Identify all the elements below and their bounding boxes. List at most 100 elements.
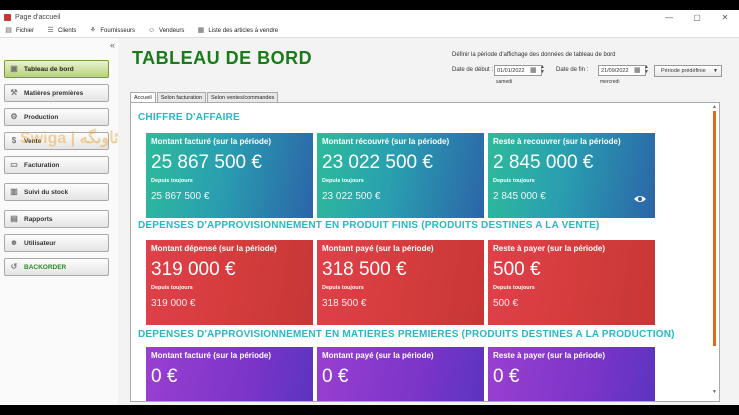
section-title-chiffre-affaire: CHIFFRE D'AFFAIRE [138, 112, 240, 123]
title-bar: Page d'accueil — ▢ ✕ [0, 10, 739, 24]
scroll-up-arrow[interactable]: ▲ [712, 104, 717, 110]
sidebar-item-label: Utilisateur [24, 239, 56, 247]
materials-icon: ⚒ [10, 88, 18, 97]
card-value: 0 € [493, 366, 520, 387]
reports-icon: ▤ [10, 214, 18, 223]
section-title-depenses-matieres-premieres: DEPENSES D'APPROVISIONNEMENT EN MATIERES… [138, 329, 675, 340]
kpi-card: Montant payé (sur la période) 318 500 € … [317, 240, 484, 325]
app-window: Page d'accueil — ▢ ✕ ▤ Fichier ☰ Clients ⚘… [0, 10, 739, 405]
start-day-label: samedi [496, 79, 513, 85]
close-button[interactable]: ✕ [711, 13, 739, 22]
card-title: Montant payé (sur la période) [322, 244, 434, 253]
page-title: TABLEAU DE BORD [132, 48, 313, 68]
card-value: 25 867 500 € [151, 152, 262, 173]
card-value: 0 € [322, 366, 349, 387]
card-value: 500 € [493, 259, 541, 280]
menu-bar: ▤ Fichier ☰ Clients ⚘ Fournisseurs ☺ Vendeur… [0, 24, 739, 38]
sidebar-item-suivi-du-stock[interactable]: ▥ Suivi du stock [4, 183, 109, 201]
eye-icon[interactable] [633, 194, 647, 204]
backorder-icon: ↺ [10, 262, 18, 271]
sidebar-item-label: Facturation [24, 161, 60, 169]
preset-label: Période prédéfinie [661, 68, 706, 74]
sidebar-item-label: Production [24, 113, 59, 121]
sidebar: ▣ Tableau de bord ⚒ Matières premières ⚙ Pr… [0, 38, 118, 405]
sidebar-item-label: BACKORDER [24, 263, 67, 271]
sidebar-collapse-icon[interactable]: « [110, 40, 115, 50]
card-value: 0 € [151, 366, 178, 387]
menu-articles[interactable]: ▦ Liste des articles à vendre [196, 26, 279, 35]
stock-icon: ▥ [10, 187, 18, 196]
card-title: Montant dépensé (sur la période) [151, 244, 277, 253]
end-date-stepper[interactable]: ▲ ▼ [644, 65, 649, 75]
window-title: Page d'accueil [15, 13, 61, 21]
tab-bar: Accueil Selon facturation Selon ventes/c… [130, 92, 279, 102]
sidebar-item-label: Suivi du stock [24, 188, 69, 196]
scroll-down-arrow[interactable]: ▼ [712, 389, 717, 395]
main-area: TABLEAU DE BORD Définir la période d'aff… [122, 38, 734, 405]
app-icon [4, 13, 11, 21]
chevron-down-icon: ▼ [713, 68, 718, 74]
card-since-value: 2 845 000 € [493, 191, 546, 202]
production-icon: ⚙ [10, 112, 18, 121]
clients-icon: ☰ [47, 27, 54, 34]
card-title: Montant facturé (sur la période) [151, 351, 272, 360]
menu-label: Liste des articles à vendre [208, 27, 279, 34]
sidebar-item-utilisateur[interactable]: ☻ Utilisateur [4, 234, 109, 252]
menu-fournisseurs[interactable]: ⚘ Fournisseurs [88, 26, 135, 35]
end-calendar-icon[interactable]: ▦ [634, 66, 642, 75]
sidebar-item-facturation[interactable]: ▭ Facturation [4, 156, 109, 174]
maximize-button[interactable]: ▢ [683, 13, 711, 22]
preset-period-dropdown[interactable]: Période prédéfinie ▼ [654, 65, 722, 77]
card-since-label: Depuis toujours [493, 285, 535, 291]
start-date-stepper[interactable]: ▲ ▼ [540, 65, 545, 75]
kpi-card: Montant payé (sur la période) 0 € [317, 347, 484, 401]
card-since-label: Depuis toujours [322, 178, 364, 184]
sale-icon: $ [11, 136, 17, 145]
menu-label: Vendeurs [159, 27, 185, 34]
card-since-label: Depuis toujours [322, 285, 364, 291]
sidebar-item-tableau-de-bord[interactable]: ▣ Tableau de bord [4, 60, 109, 78]
sidebar-item-label: Matières premières [24, 89, 84, 97]
card-since-value: 319 000 € [151, 298, 196, 309]
kpi-card: Montant dépensé (sur la période) 319 000… [146, 240, 313, 325]
period-label: Définir la période d'affichage des donné… [452, 52, 616, 58]
card-since-value: 25 867 500 € [151, 191, 210, 202]
card-title: Montant facturé (sur la période) [151, 137, 272, 146]
file-icon: ▤ [5, 27, 12, 34]
kpi-card: Reste à recouvrer (sur la période) 2 845… [488, 133, 655, 218]
user-icon: ☻ [9, 238, 19, 247]
tab-accueil[interactable]: Accueil [130, 92, 156, 102]
sidebar-item-label: Vente [24, 137, 42, 145]
card-title: Reste à payer (sur la période) [493, 244, 606, 253]
vertical-scrollbar[interactable] [713, 111, 716, 346]
sidebar-item-label: Rapports [24, 215, 53, 223]
kpi-card: Reste à payer (sur la période) 0 € [488, 347, 655, 401]
invoice-icon: ▭ [10, 160, 18, 169]
end-day-label: mercredi [600, 79, 620, 85]
tab-selon-ventes[interactable]: Selon ventes/commandes [207, 92, 279, 102]
sidebar-item-vente[interactable]: $ Vente [4, 132, 109, 150]
menu-vendeurs[interactable]: ☺ Vendeurs [147, 26, 184, 35]
menu-label: Fournisseurs [100, 27, 136, 34]
menu-clients[interactable]: ☰ Clients [46, 26, 76, 35]
card-value: 2 845 000 € [493, 152, 594, 173]
sidebar-item-label: Tableau de bord [24, 65, 74, 73]
menu-fichier[interactable]: ▤ Fichier [4, 26, 34, 35]
card-value: 318 500 € [322, 259, 407, 280]
minimize-button[interactable]: — [655, 13, 683, 22]
sellers-icon: ☺ [147, 27, 156, 34]
card-since-value: 500 € [493, 298, 519, 309]
kpi-card: Montant facturé (sur la période) 0 € [146, 347, 313, 401]
start-calendar-icon[interactable]: ▦ [530, 66, 538, 75]
end-date-label: Date de fin : [556, 67, 589, 73]
sidebar-item-backorder[interactable]: ↺ BACKORDER [4, 258, 109, 276]
tab-selon-facturation[interactable]: Selon facturation [156, 92, 207, 102]
card-since-label: Depuis toujours [151, 178, 193, 184]
card-since-value: 23 022 500 € [322, 191, 381, 202]
sidebar-item-rapports[interactable]: ▤ Rapports [4, 210, 109, 228]
kpi-card: Montant récouvré (sur la période) 23 022… [317, 133, 484, 218]
sidebar-item-matieres-premieres[interactable]: ⚒ Matières premières [4, 84, 109, 102]
sidebar-item-production[interactable]: ⚙ Production [4, 108, 109, 126]
card-since-label: Depuis toujours [151, 285, 193, 291]
start-date-label: Date de début : [452, 67, 494, 73]
